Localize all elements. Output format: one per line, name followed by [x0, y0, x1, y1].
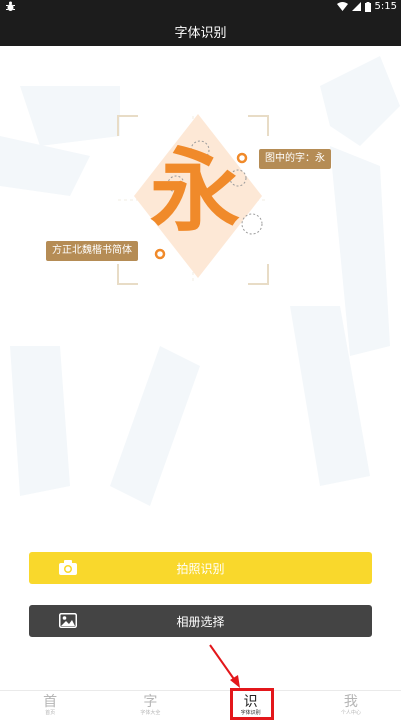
- hero-illustration: 永 图中的字：永 方正北魏楷书简体: [0, 46, 401, 536]
- highlight-box: [230, 688, 274, 720]
- status-bar: 5:15: [0, 0, 401, 16]
- album-button-label: 相册选择: [176, 614, 225, 629]
- signal-icon: [351, 2, 361, 11]
- recognized-char-tag: 图中的字：永: [259, 149, 331, 169]
- tab-profile-label: 个人中心: [340, 709, 361, 716]
- album-select-button[interactable]: 相册选择: [29, 605, 372, 637]
- camera-recognize-button[interactable]: 拍照识别: [29, 552, 372, 584]
- tab-home-glyph: 首: [43, 693, 58, 710]
- wifi-icon: [336, 2, 348, 11]
- background-strokes-decoration: [0, 56, 400, 506]
- battery-icon: [364, 1, 371, 12]
- tab-font-library[interactable]: 字 字体大全: [100, 691, 200, 720]
- font-name-tag: 方正北魏楷书简体: [46, 241, 138, 261]
- status-time: 5:15: [374, 1, 397, 12]
- tab-home-label: 首页: [45, 709, 56, 716]
- bottom-tab-bar: 首 首页 字 字体大全 识 字体识别 我 个人中心: [0, 690, 401, 720]
- bug-icon: [5, 1, 16, 15]
- tab-profile-glyph: 我: [343, 693, 358, 710]
- tab-profile[interactable]: 我 个人中心: [301, 691, 401, 720]
- tab-font-library-glyph: 字: [143, 693, 158, 710]
- tab-font-library-label: 字体大全: [140, 709, 161, 716]
- camera-button-label: 拍照识别: [176, 561, 225, 576]
- tab-home[interactable]: 首 首页: [0, 691, 100, 720]
- recognized-character: 永: [150, 138, 240, 244]
- camera-icon: [59, 560, 77, 578]
- page-title: 字体识别: [0, 16, 401, 46]
- image-icon: [59, 613, 77, 631]
